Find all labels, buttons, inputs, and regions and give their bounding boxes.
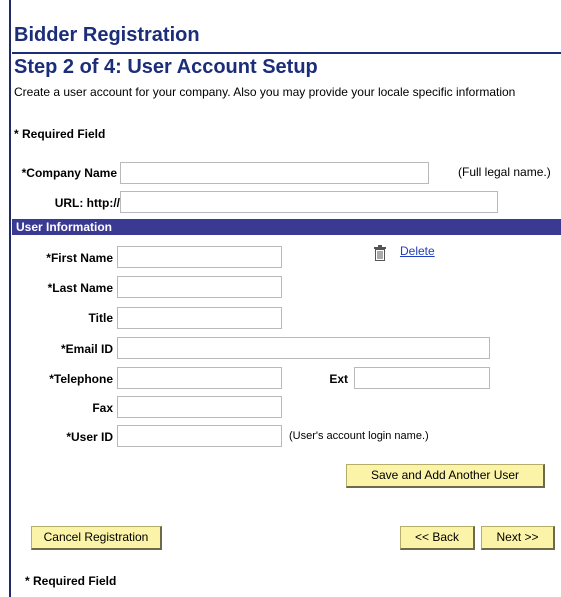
instructions-text: Create a user account for your company. … [14, 85, 516, 99]
user-id-label: *User ID [66, 430, 113, 444]
required-field-note-bottom: * Required Field [25, 574, 117, 588]
back-button[interactable]: << Back [400, 526, 475, 550]
title-divider [12, 52, 561, 54]
company-name-hint: (Full legal name.) [458, 165, 551, 179]
user-information-header: User Information [12, 219, 561, 235]
company-name-label: *Company Name [21, 166, 117, 180]
url-label: URL: http:// [54, 196, 120, 210]
email-label: *Email ID [60, 342, 113, 356]
delete-user-link[interactable]: Delete [400, 244, 435, 258]
fax-input[interactable] [117, 396, 282, 418]
url-input[interactable] [120, 191, 498, 213]
first-name-label: *First Name [46, 251, 113, 265]
email-input[interactable] [117, 337, 490, 359]
user-id-input[interactable] [117, 425, 282, 447]
title-label: Title [88, 311, 113, 325]
left-border [9, 0, 11, 597]
user-id-hint: (User's account login name.) [289, 430, 429, 442]
company-name-input[interactable] [120, 162, 429, 184]
title-input[interactable] [117, 307, 282, 329]
bidder-registration-page: Bidder Registration Step 2 of 4: User Ac… [0, 0, 561, 597]
last-name-label: *Last Name [47, 281, 113, 295]
last-name-input[interactable] [117, 276, 282, 298]
page-title: Bidder Registration [14, 24, 200, 46]
next-button[interactable]: Next >> [481, 526, 555, 550]
step-title: Step 2 of 4: User Account Setup [14, 56, 318, 78]
first-name-input[interactable] [117, 246, 282, 268]
ext-input[interactable] [354, 367, 490, 389]
telephone-label: *Telephone [49, 372, 113, 386]
fax-label: Fax [92, 401, 113, 415]
save-add-another-user-button[interactable]: Save and Add Another User [346, 464, 545, 488]
ext-label: Ext [329, 372, 348, 386]
cancel-registration-button[interactable]: Cancel Registration [31, 526, 162, 550]
telephone-input[interactable] [117, 367, 282, 389]
required-field-note-top: * Required Field [14, 127, 106, 141]
trash-icon[interactable] [373, 245, 387, 261]
